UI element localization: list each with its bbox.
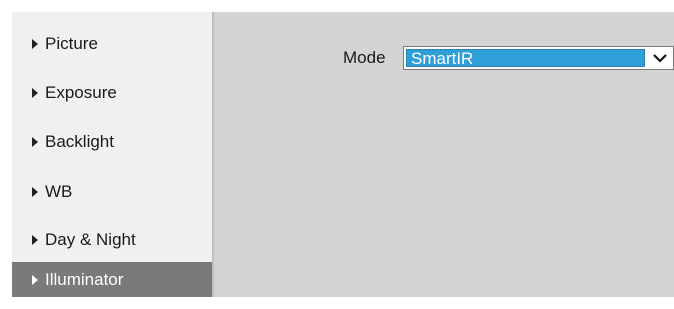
- triangle-right-icon: [32, 39, 38, 49]
- sidebar-item-wb[interactable]: WB: [12, 174, 212, 209]
- triangle-right-icon: [32, 88, 38, 98]
- triangle-right-icon: [32, 275, 38, 285]
- sidebar-item-illuminator[interactable]: Illuminator: [12, 262, 212, 297]
- sidebar-item-label: Picture: [45, 33, 98, 53]
- mode-select[interactable]: SmartIR: [403, 46, 674, 70]
- chevron-down-icon[interactable]: [647, 47, 673, 69]
- sidebar-item-label: Backlight: [45, 131, 114, 151]
- triangle-right-icon: [32, 235, 38, 245]
- triangle-right-icon: [32, 187, 38, 197]
- settings-frame: Picture Exposure Backlight WB Day & Nigh…: [0, 0, 674, 309]
- sidebar-item-label: WB: [45, 181, 73, 201]
- mode-select-value: SmartIR: [406, 49, 645, 68]
- sidebar-item-label: Illuminator: [45, 269, 124, 289]
- mode-label: Mode: [343, 48, 386, 67]
- sidebar-item-picture[interactable]: Picture: [12, 26, 212, 61]
- triangle-right-icon: [32, 137, 38, 147]
- sidebar-item-backlight[interactable]: Backlight: [12, 124, 212, 159]
- sidebar-item-day-night[interactable]: Day & Night: [12, 222, 212, 257]
- sidebar-item-exposure[interactable]: Exposure: [12, 75, 212, 110]
- sidebar: Picture Exposure Backlight WB Day & Nigh…: [12, 12, 212, 297]
- sidebar-item-label: Day & Night: [45, 229, 136, 249]
- sidebar-item-label: Exposure: [45, 82, 117, 102]
- illuminator-panel: Mode SmartIR: [215, 12, 674, 297]
